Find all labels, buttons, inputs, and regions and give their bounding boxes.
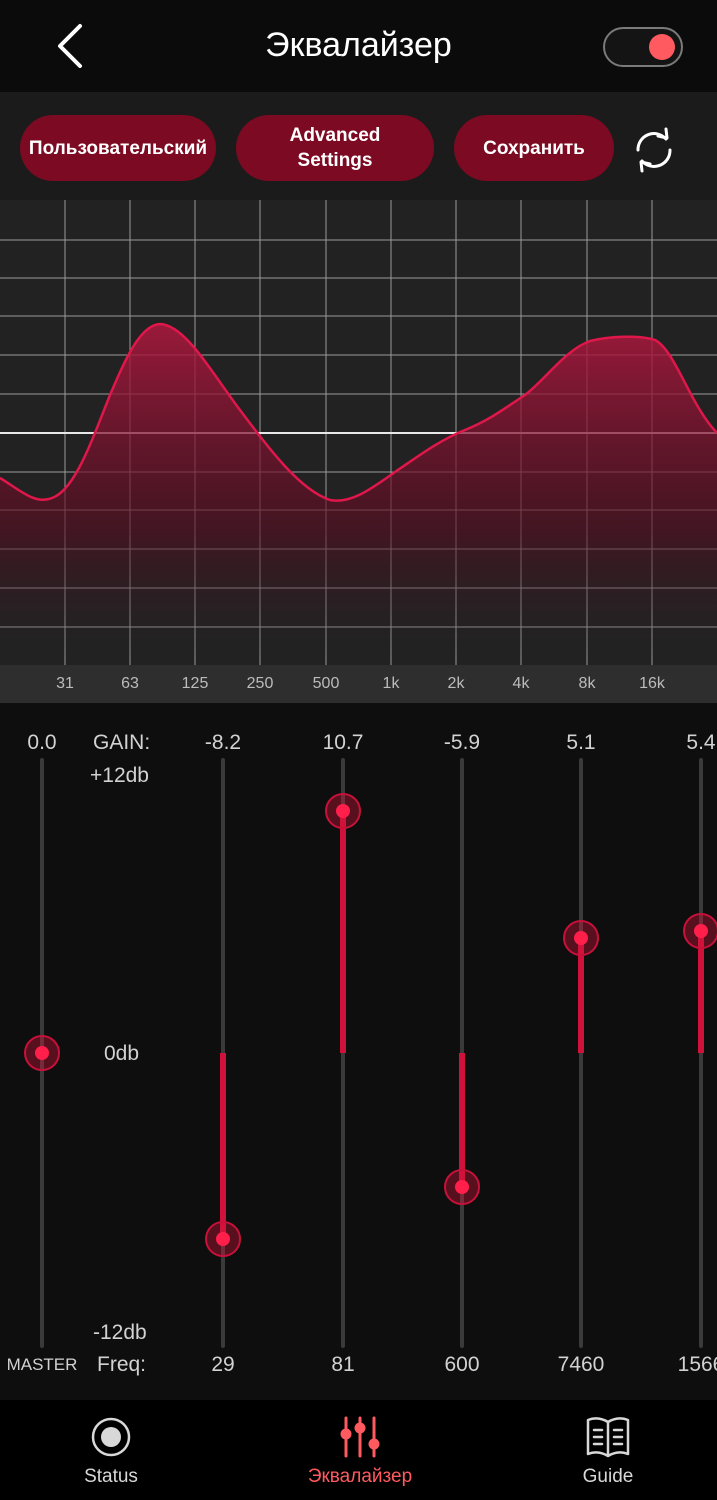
nav-label-guide: Guide: [582, 1466, 634, 1487]
nav-item-guide[interactable]: Guide: [518, 1400, 698, 1500]
band-slider-5-value: 5.4: [686, 731, 716, 754]
record-icon: [91, 1417, 131, 1457]
gain-label: GAIN:: [93, 731, 151, 754]
freq-tick-label: 8k: [578, 675, 596, 692]
band-slider-4-track[interactable]: [579, 758, 583, 1348]
freq-tick-label: 2k: [447, 675, 465, 692]
sliders-icon: [340, 1416, 380, 1458]
preset-toolbar: Пользовательский Advanced Settings Сохра…: [0, 92, 717, 200]
equalizer-enable-toggle[interactable]: [603, 27, 683, 67]
bottom-navigation: Status Эквалайзер Guide: [0, 1400, 717, 1500]
band-slider-5-fill: [698, 930, 704, 1053]
band-slider-2-fill: [340, 810, 346, 1053]
band-slider-1-thumb[interactable]: [205, 1220, 241, 1257]
back-button[interactable]: [50, 18, 90, 74]
band-slider-4-value: 5.1: [566, 731, 596, 754]
nav-label-equalizer: Эквалайзер: [307, 1466, 413, 1487]
preset-button[interactable]: Пользовательский: [20, 115, 216, 181]
band-slider-3-thumb[interactable]: [444, 1168, 480, 1205]
eq-curve-chart: [0, 200, 717, 665]
band-slider-2-thumb[interactable]: [325, 792, 361, 829]
freq-tick-label: 500: [312, 675, 340, 692]
band-slider-3-bottom-label: 600: [444, 1353, 480, 1376]
master-slider-bottom-label: MASTER: [6, 1355, 78, 1374]
eq-response-graph: [0, 200, 717, 665]
freq-tick-label: 1k: [382, 675, 400, 692]
freq-tick-label: 250: [246, 675, 274, 692]
header-bar: Эквалайзер: [0, 0, 717, 92]
band-slider-5-thumb[interactable]: [683, 912, 717, 949]
band-slider-2-value: 10.7: [322, 731, 364, 754]
freq-tick-label: 125: [181, 675, 209, 692]
book-icon: [586, 1417, 630, 1458]
save-button[interactable]: Сохранить: [454, 115, 614, 181]
frequency-axis: 31 63 125 250 500 1k 2k 4k 8k 16k: [0, 665, 717, 703]
freq-tick-label: 16k: [639, 675, 665, 692]
band-slider-1-value: -8.2: [204, 731, 242, 754]
nav-item-equalizer[interactable]: Эквалайзер: [270, 1400, 450, 1500]
master-slider-thumb[interactable]: [24, 1035, 60, 1071]
advanced-settings-button[interactable]: Advanced Settings: [236, 115, 434, 181]
band-slider-4-bottom-label: 7460: [557, 1353, 605, 1376]
refresh-icon: [636, 127, 672, 173]
back-arrow-icon: [58, 24, 82, 68]
band-slider-3-value: -5.9: [443, 731, 481, 754]
advanced-settings-label: Advanced Settings: [289, 125, 381, 171]
band-slider-5-bottom-label: 1566: [677, 1353, 717, 1376]
gain-zero-label: 0db: [104, 1042, 140, 1065]
nav-label-status: Status: [84, 1466, 138, 1487]
gain-max-label: +12db: [90, 764, 149, 787]
freq-tick-label: 31: [56, 675, 74, 692]
gain-min-label: -12db: [93, 1321, 147, 1344]
master-slider-value: 0.0: [27, 731, 57, 754]
freq-label: Freq:: [97, 1353, 147, 1376]
reset-button[interactable]: [628, 124, 680, 176]
band-slider-3-fill: [459, 1053, 465, 1187]
band-slider-4-thumb[interactable]: [563, 919, 599, 956]
freq-tick-label: 4k: [512, 675, 530, 692]
toggle-knob: [649, 34, 675, 60]
band-slider-1-fill: [220, 1053, 226, 1239]
band-slider-1-bottom-label: 29: [211, 1353, 235, 1376]
band-slider-5-track[interactable]: [699, 758, 703, 1348]
slider-panel: GAIN: +12db 0db -12db Freq: 0.0 MASTER -8.…: [0, 703, 717, 1400]
nav-item-status[interactable]: Status: [21, 1400, 201, 1500]
freq-tick-label: 63: [121, 675, 139, 692]
band-slider-2-bottom-label: 81: [331, 1353, 355, 1376]
